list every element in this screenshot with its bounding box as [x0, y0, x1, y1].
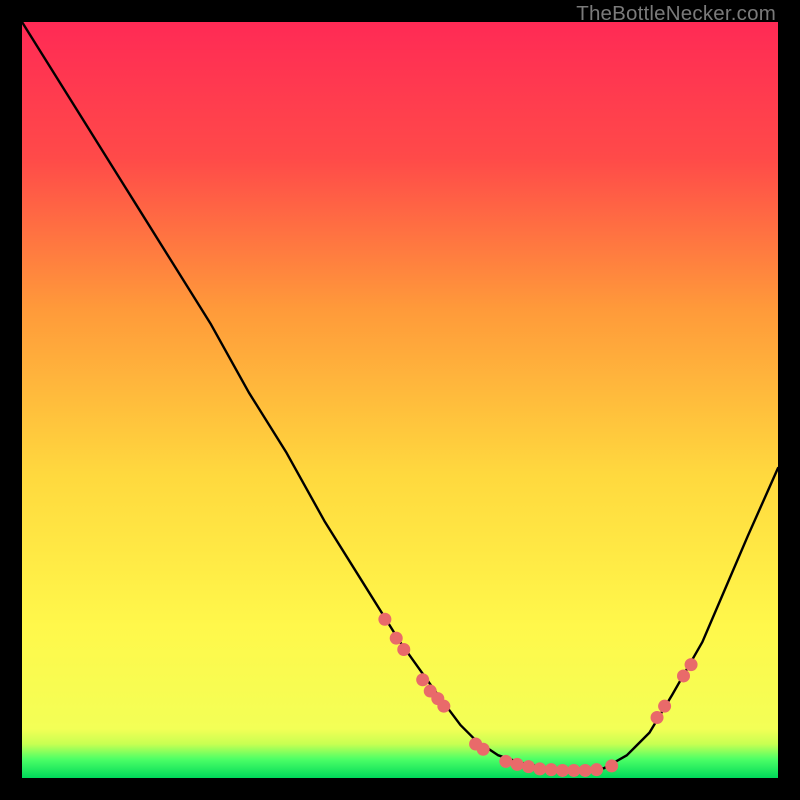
- marker-dot: [378, 613, 391, 626]
- marker-dot: [677, 669, 690, 682]
- marker-dot: [685, 658, 698, 671]
- marker-dot: [533, 762, 546, 775]
- marker-dot: [545, 763, 558, 776]
- marker-dot: [511, 758, 524, 771]
- marker-dot: [499, 755, 512, 768]
- marker-dot: [567, 764, 580, 777]
- marker-dot: [605, 759, 618, 772]
- gradient-background: [22, 22, 778, 778]
- marker-dot: [437, 700, 450, 713]
- marker-dot: [397, 643, 410, 656]
- marker-dot: [390, 632, 403, 645]
- marker-dot: [522, 760, 535, 773]
- chart-frame: [22, 22, 778, 778]
- marker-dot: [477, 743, 490, 756]
- marker-dot: [556, 764, 569, 777]
- bottleneck-chart: [22, 22, 778, 778]
- marker-dot: [651, 711, 664, 724]
- marker-dot: [579, 764, 592, 777]
- marker-dot: [658, 700, 671, 713]
- marker-dot: [590, 763, 603, 776]
- marker-dot: [416, 673, 429, 686]
